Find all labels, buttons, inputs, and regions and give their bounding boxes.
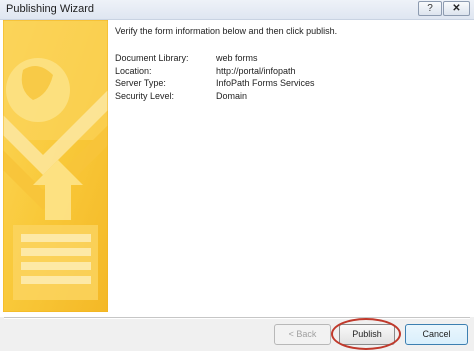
back-button[interactable]: < Back <box>274 324 331 345</box>
wizard-art-image <box>3 20 108 312</box>
close-icon: ✕ <box>452 3 461 14</box>
title-bar[interactable]: Publishing Wizard ? ✕ <box>0 0 474 20</box>
info-value: InfoPath Forms Services <box>216 78 315 88</box>
help-icon: ? <box>427 3 433 14</box>
cancel-button[interactable]: Cancel <box>405 324 468 345</box>
publishing-wizard-dialog: Publishing Wizard ? ✕ Verify the form in… <box>0 0 474 351</box>
help-button[interactable]: ? <box>418 1 442 16</box>
info-label: Document Library: <box>115 53 189 63</box>
instruction-text: Verify the form information below and th… <box>115 26 338 36</box>
window-title: Publishing Wizard <box>6 3 95 15</box>
publish-button[interactable]: Publish <box>339 324 395 345</box>
info-value: http://portal/infopath <box>216 65 296 76</box>
footer-divider <box>4 317 470 319</box>
info-value: web forms <box>216 53 258 63</box>
info-label: Location: <box>115 65 152 76</box>
close-button[interactable]: ✕ <box>443 1 470 16</box>
info-label: Server Type: <box>115 78 166 88</box>
info-value: Domain <box>216 90 248 101</box>
info-label: Security Level: <box>115 90 175 101</box>
wizard-content: Verify the form information below and th… <box>0 20 474 317</box>
